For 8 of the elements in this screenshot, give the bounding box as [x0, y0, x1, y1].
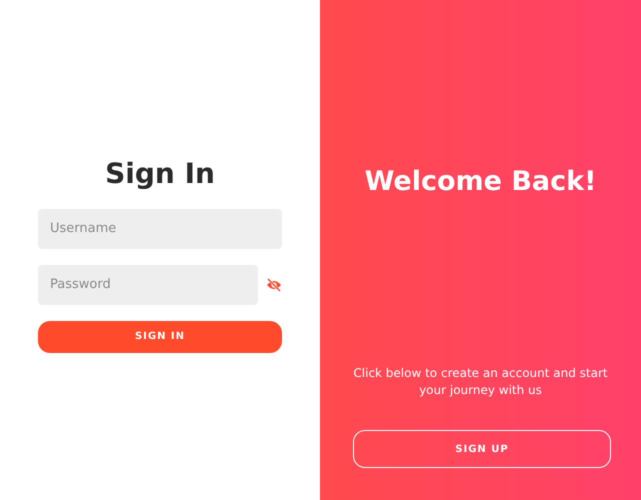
sign-up-button[interactable]: SIGN UP	[353, 430, 611, 468]
password-field[interactable]: Password	[38, 264, 258, 305]
welcome-title: Welcome Back!	[364, 166, 598, 198]
username-field[interactable]: Username	[38, 208, 282, 249]
sign-in-title: Sign In	[104, 157, 216, 191]
welcome-message: Click below to create an account and start your journey with us	[352, 365, 609, 399]
eye-slash-icon[interactable]	[266, 278, 282, 292]
sign-in-button[interactable]: SIGN IN	[38, 320, 282, 353]
